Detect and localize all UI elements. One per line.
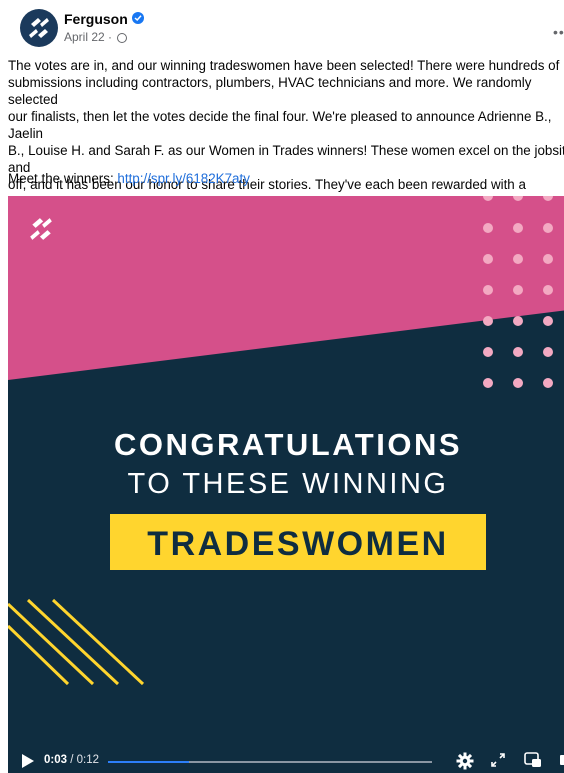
more-options-icon[interactable]: •• [553, 24, 564, 40]
video-player[interactable]: CONGRATULATIONS TO THESE WINNING TRADESW… [8, 196, 564, 773]
decorative-stripes [8, 598, 145, 686]
gear-icon[interactable] [456, 752, 474, 770]
decorative-dots [483, 196, 553, 388]
video-time: 0:03 / 0:12 [44, 754, 99, 766]
current-time: 0:03 [44, 754, 68, 766]
play-icon[interactable] [22, 754, 34, 768]
ferguson-logo-icon [30, 218, 52, 240]
picture-in-picture-icon[interactable] [524, 752, 542, 768]
banner-text: TRADESWOMEN [147, 525, 449, 563]
expand-icon[interactable] [490, 752, 506, 768]
progress-fill [108, 761, 189, 763]
headline-subtitle: TO THESE WINNING [127, 468, 449, 500]
post-meta: April 22 · [64, 30, 128, 44]
post-date[interactable]: April 22 [64, 30, 105, 44]
globe-icon [117, 33, 128, 43]
verified-badge-icon [132, 12, 144, 24]
winners-link[interactable]: http://spr.ly/6182K7aty [117, 171, 250, 186]
progress-bar[interactable] [108, 761, 432, 763]
facebook-post: Ferguson April 22 · •• The votes are in,… [8, 0, 564, 773]
video-controls: 0:03 / 0:12 [8, 741, 564, 773]
time-separator: / [67, 754, 77, 766]
ferguson-logo-icon [29, 18, 49, 38]
page-name[interactable]: Ferguson [64, 11, 128, 27]
yellow-banner: TRADESWOMEN [110, 514, 486, 570]
meta-separator: · [108, 30, 113, 44]
post-header: Ferguson April 22 · •• [8, 0, 564, 52]
page-avatar[interactable] [20, 9, 58, 47]
volume-icon[interactable] [560, 755, 564, 765]
winners-line: Meet the winners: http://spr.ly/6182K7at… [8, 171, 250, 186]
winners-label: Meet the winners: [8, 171, 114, 186]
headline-congratulations: CONGRATULATIONS [113, 427, 463, 462]
total-time: 0:12 [76, 754, 100, 766]
